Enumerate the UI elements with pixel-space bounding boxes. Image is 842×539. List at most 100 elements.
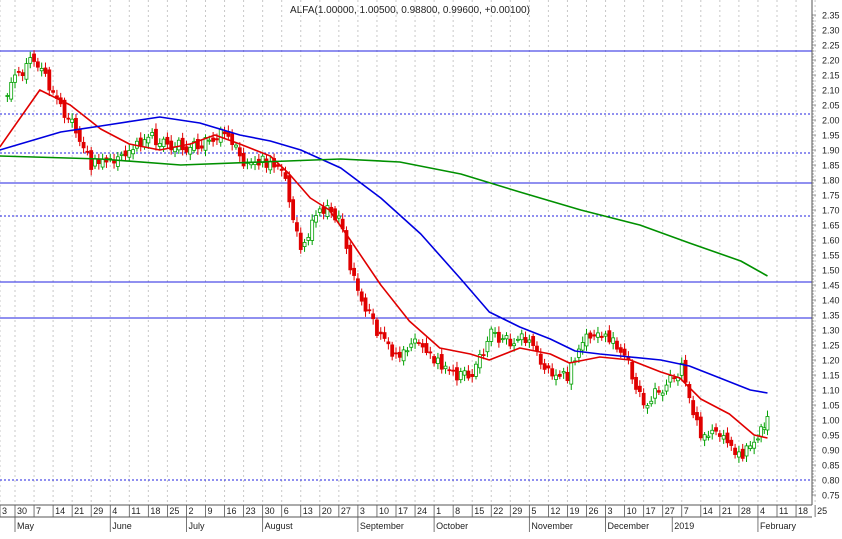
candle-down — [279, 168, 284, 171]
ma-line-ma-short — [0, 89, 768, 439]
candle-down — [81, 141, 86, 149]
candle-down — [740, 448, 745, 459]
y-tick-label: 1.75 — [822, 191, 840, 201]
y-tick-label: 2.25 — [822, 41, 840, 51]
candle-down — [215, 138, 219, 141]
candle-up — [405, 350, 410, 353]
horizontal-levels — [0, 50, 812, 481]
x-tick-label: 1 — [436, 506, 441, 516]
candle-up — [576, 348, 581, 358]
candle-down — [588, 332, 593, 339]
y-tick-label: 2.30 — [822, 26, 840, 36]
candle-up — [527, 339, 532, 343]
candle-up — [765, 416, 770, 431]
month-label: September — [360, 521, 404, 531]
candle-up — [596, 332, 600, 338]
candle-down — [51, 90, 55, 93]
x-tick-label: 28 — [741, 506, 751, 516]
candle-down — [386, 341, 391, 345]
x-tick-label: 25 — [817, 506, 827, 516]
candle-down — [630, 361, 635, 380]
x-tick-label: 7 — [36, 506, 41, 516]
candle-down — [283, 172, 288, 179]
x-tick-label: 14 — [703, 506, 713, 516]
y-tick-label: 1.10 — [822, 386, 840, 396]
candle-down — [371, 313, 376, 320]
candle-down — [363, 297, 368, 312]
candle-up — [9, 82, 14, 100]
candle-up — [317, 208, 322, 213]
candle-down — [546, 365, 551, 369]
candle-up — [762, 427, 767, 430]
candle-up — [645, 405, 650, 409]
candle-down — [298, 232, 303, 250]
candle-up — [146, 136, 151, 144]
x-tick-label: 30 — [265, 506, 275, 516]
x-tick-label: 27 — [341, 506, 351, 516]
candle-down — [607, 330, 612, 343]
x-tick-label: 25 — [169, 506, 179, 516]
candle-up — [336, 215, 341, 219]
candle-up — [5, 95, 10, 97]
y-axis: 2.35 2.30 2.25 2.20 2.15 2.10 2.05 2.00 1.95 1.90… — [811, 0, 840, 505]
candle-down — [470, 374, 475, 377]
candle-up — [115, 156, 120, 167]
candle-up — [310, 219, 315, 241]
y-tick-label: 0.90 — [822, 446, 840, 456]
candle-down — [615, 340, 619, 350]
candle-up — [748, 445, 753, 449]
candle-down — [348, 244, 353, 271]
candle-up — [668, 375, 673, 383]
candle-down — [729, 439, 734, 446]
candle-down — [634, 376, 638, 390]
candle-down — [451, 369, 456, 372]
candle-up — [485, 340, 490, 353]
candle-down — [35, 61, 40, 68]
y-tick-label: 2.15 — [822, 71, 840, 81]
candle-down — [531, 335, 536, 346]
y-tick-label: 2.10 — [822, 86, 840, 96]
month-label: June — [112, 521, 132, 531]
y-tick-label: 1.50 — [822, 266, 840, 276]
candle-down — [542, 363, 547, 370]
y-tick-label: 2.20 — [822, 56, 840, 66]
candle-up — [218, 128, 223, 143]
candle-down — [733, 447, 737, 455]
y-tick-label: 1.95 — [822, 131, 840, 141]
candle-up — [512, 343, 517, 347]
y-tick-label: 0.80 — [822, 476, 840, 486]
candle-up — [504, 335, 509, 340]
candle-down — [725, 432, 730, 444]
chart-title: ALFA(1.00000, 1.00500, 0.98800, 0.99600,… — [290, 5, 530, 16]
y-tick-label: 0.75 — [822, 491, 840, 501]
candle-down — [714, 427, 718, 432]
x-tick-label: 27 — [665, 506, 675, 516]
candle-up — [710, 429, 715, 435]
candle-up — [176, 139, 181, 151]
x-tick-label: 13 — [303, 506, 313, 516]
candle-up — [458, 371, 463, 381]
candle-down — [20, 72, 25, 77]
x-tick-label: 29 — [93, 506, 103, 516]
candle-down — [47, 69, 52, 91]
x-tick-label: 11 — [779, 506, 788, 516]
y-tick-label: 1.45 — [822, 281, 840, 291]
candle-up — [409, 343, 414, 348]
candle-down — [355, 278, 360, 291]
candle-down — [683, 359, 688, 383]
x-tick-label: 10 — [627, 506, 637, 516]
candle-up — [306, 237, 311, 241]
x-tick-label: 11 — [131, 506, 140, 516]
candle-down — [698, 416, 703, 439]
candle-down — [656, 390, 661, 393]
candle-down — [557, 373, 562, 377]
candle-up — [706, 435, 711, 438]
candle-up — [664, 384, 669, 392]
candle-up — [744, 445, 749, 457]
candle-down — [96, 159, 101, 165]
candle-up — [161, 138, 166, 147]
x-tick-label: 3 — [608, 506, 613, 516]
candle-down — [291, 199, 296, 221]
candle-down — [447, 369, 452, 372]
candle-down — [165, 136, 170, 145]
